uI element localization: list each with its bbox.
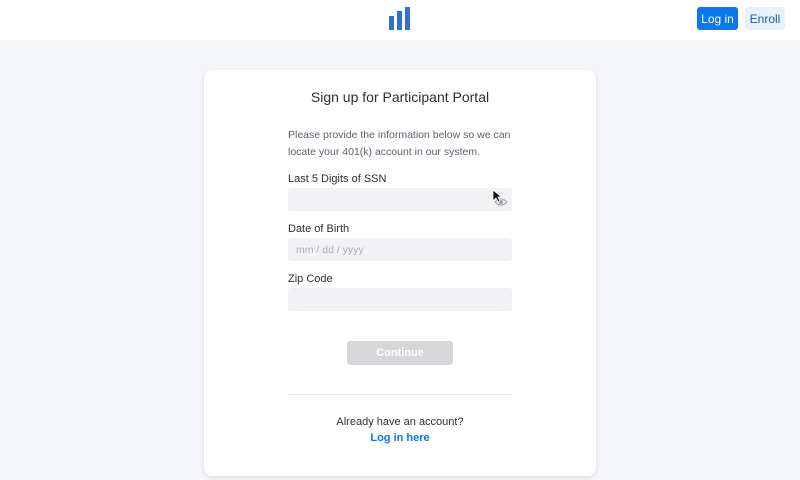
top-navigation-bar: Log in Enroll [0,0,800,40]
intro-text: Please provide the information below so … [288,129,511,158]
signup-card: Sign up for Participant Portal Please pr… [204,70,596,476]
zip-input[interactable] [288,288,512,311]
enroll-button[interactable]: Enroll [745,7,785,30]
login-here-link[interactable]: Log in here [204,432,596,444]
dob-label: Date of Birth [288,223,350,235]
mouse-cursor-icon [492,189,502,203]
dob-input[interactable] [288,238,512,261]
continue-button[interactable]: Continue [347,341,453,365]
ssn-input[interactable] [288,188,512,211]
bar-chart-logo-icon[interactable] [389,7,411,30]
already-account-text: Already have an account? [336,416,464,428]
zip-label: Zip Code [288,273,333,285]
divider [288,394,512,395]
ssn-label: Last 5 Digits of SSN [288,173,387,185]
page-title: Sign up for Participant Portal [310,89,490,105]
login-button[interactable]: Log in [697,7,738,30]
